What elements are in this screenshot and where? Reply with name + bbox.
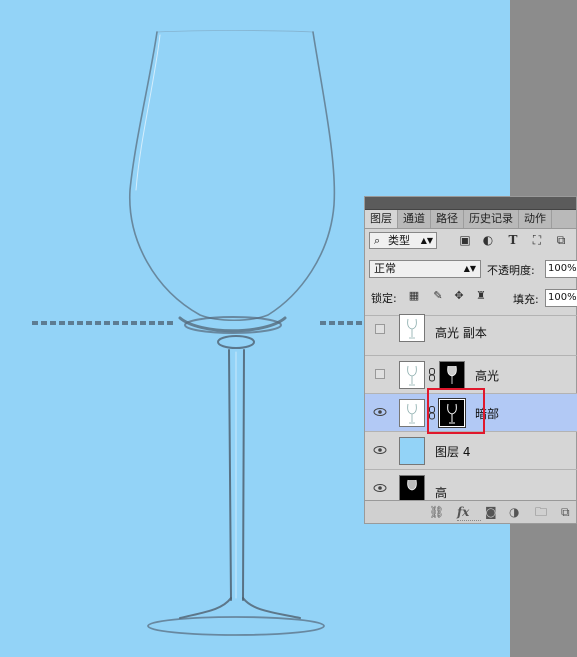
- fill-label: 填充:: [513, 293, 539, 306]
- eye-icon[interactable]: [373, 406, 387, 418]
- fill-input[interactable]: 100%: [545, 289, 577, 307]
- tab-channels[interactable]: 通道: [398, 210, 431, 228]
- spinner-icon: ▲▼: [420, 236, 433, 245]
- layer-thumbnail: [399, 475, 425, 503]
- panel-title-bar[interactable]: [365, 197, 576, 210]
- type-filter-icon[interactable]: T: [507, 234, 519, 246]
- tab-actions[interactable]: 动作: [519, 210, 552, 228]
- image-filter-icon[interactable]: ▣: [459, 234, 471, 246]
- opacity-label: 不透明度:: [487, 264, 535, 277]
- eye-icon[interactable]: [373, 482, 387, 494]
- layers-panel: 图层 通道 路径 历史记录 动作 ⌕ 类型 ▲▼ ▣ ◐ T ⛶ ⧉ 正常 ▲▼…: [364, 196, 577, 524]
- layer-name[interactable]: 图层 4: [435, 443, 470, 460]
- layer-thumbnail: [399, 314, 425, 342]
- layers-bottom-bar: ⛓ fx ◙ ◑ 🗀 ⧉: [365, 500, 576, 523]
- lock-label: 锁定:: [371, 292, 397, 305]
- filter-kind-select[interactable]: ⌕ 类型 ▲▼: [369, 232, 437, 249]
- new-layer-icon[interactable]: ⧉: [561, 505, 570, 519]
- mask-icon[interactable]: ◙: [485, 505, 497, 519]
- smart-object-filter-icon[interactable]: ⧉: [555, 234, 567, 246]
- opacity-input[interactable]: 100%: [545, 260, 577, 278]
- visibility-toggle[interactable]: [375, 324, 385, 334]
- layer-thumbnail: [399, 437, 425, 465]
- link-icon[interactable]: ⛓: [429, 505, 444, 519]
- layer-row-layer-4[interactable]: 图层 4: [365, 431, 577, 469]
- layer-filter-row: ⌕ 类型 ▲▼ ▣ ◐ T ⛶ ⧉: [365, 230, 577, 252]
- fx-icon[interactable]: fx: [457, 505, 469, 519]
- blend-mode-value: 正常: [374, 262, 396, 275]
- lock-paint-icon[interactable]: ✎: [431, 289, 445, 303]
- panel-tabs: 图层 通道 路径 历史记录 动作: [365, 210, 576, 229]
- resize-grip[interactable]: [457, 520, 481, 523]
- shape-filter-icon[interactable]: ⛶: [531, 234, 543, 246]
- blend-mode-select[interactable]: 正常 ▲▼: [369, 260, 481, 278]
- layer-row-highlight-copy[interactable]: 高光 副本: [365, 314, 577, 345]
- spinner-icon: ▲▼: [463, 264, 476, 273]
- layer-name[interactable]: 高光: [475, 367, 499, 384]
- tab-paths[interactable]: 路径: [431, 210, 464, 228]
- search-icon: ⌕: [374, 234, 381, 247]
- lock-row: 锁定: ▦ ✎ ✥ ♜ 填充: 100%: [365, 287, 577, 309]
- layer-thumbnail: [399, 399, 425, 427]
- tab-history[interactable]: 历史记录: [464, 210, 519, 228]
- visibility-toggle[interactable]: [375, 369, 385, 379]
- lock-all-icon[interactable]: ♜: [474, 289, 488, 303]
- filter-kind-label: 类型: [388, 234, 410, 247]
- tab-layers[interactable]: 图层: [365, 210, 398, 228]
- layer-name[interactable]: 高: [435, 484, 447, 501]
- eye-icon[interactable]: [373, 444, 387, 456]
- blend-row: 正常 ▲▼ 不透明度: 100%: [365, 259, 577, 281]
- mask-highlight-frame: [427, 388, 485, 434]
- group-folder-icon[interactable]: 🗀: [535, 505, 547, 519]
- adjustment-icon[interactable]: ◑: [509, 505, 519, 519]
- lock-transparent-icon[interactable]: ▦: [407, 289, 421, 303]
- mask-link-icon[interactable]: [429, 368, 435, 382]
- layer-mask-thumbnail[interactable]: [439, 361, 465, 389]
- layer-thumbnail: [399, 361, 425, 389]
- layer-name[interactable]: 高光 副本: [435, 324, 487, 341]
- lock-move-icon[interactable]: ✥: [452, 289, 466, 303]
- layer-row-gao[interactable]: 高: [365, 469, 577, 503]
- adjustment-filter-icon[interactable]: ◐: [482, 234, 494, 246]
